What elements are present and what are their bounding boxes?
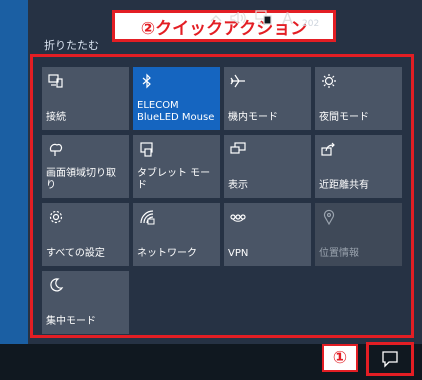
notification-icon — [382, 351, 398, 368]
collapse-link[interactable]: 折りたたむ — [44, 37, 99, 53]
clock-date[interactable]: 202 — [302, 19, 319, 29]
speaker-icon — [230, 11, 246, 25]
network-tray-button[interactable] — [255, 0, 273, 36]
ethernet-icon — [255, 10, 272, 25]
chevron-up-icon — [210, 15, 222, 22]
desktop-edge — [0, 0, 28, 344]
ime-indicator[interactable]: A — [282, 0, 293, 36]
taskbar — [0, 344, 422, 380]
quick-actions-highlight — [30, 54, 414, 338]
volume-button[interactable] — [230, 0, 248, 36]
show-hidden-icons-button[interactable] — [210, 0, 222, 36]
callout-badge-1: ① — [322, 344, 358, 372]
action-center-button[interactable] — [366, 342, 414, 376]
